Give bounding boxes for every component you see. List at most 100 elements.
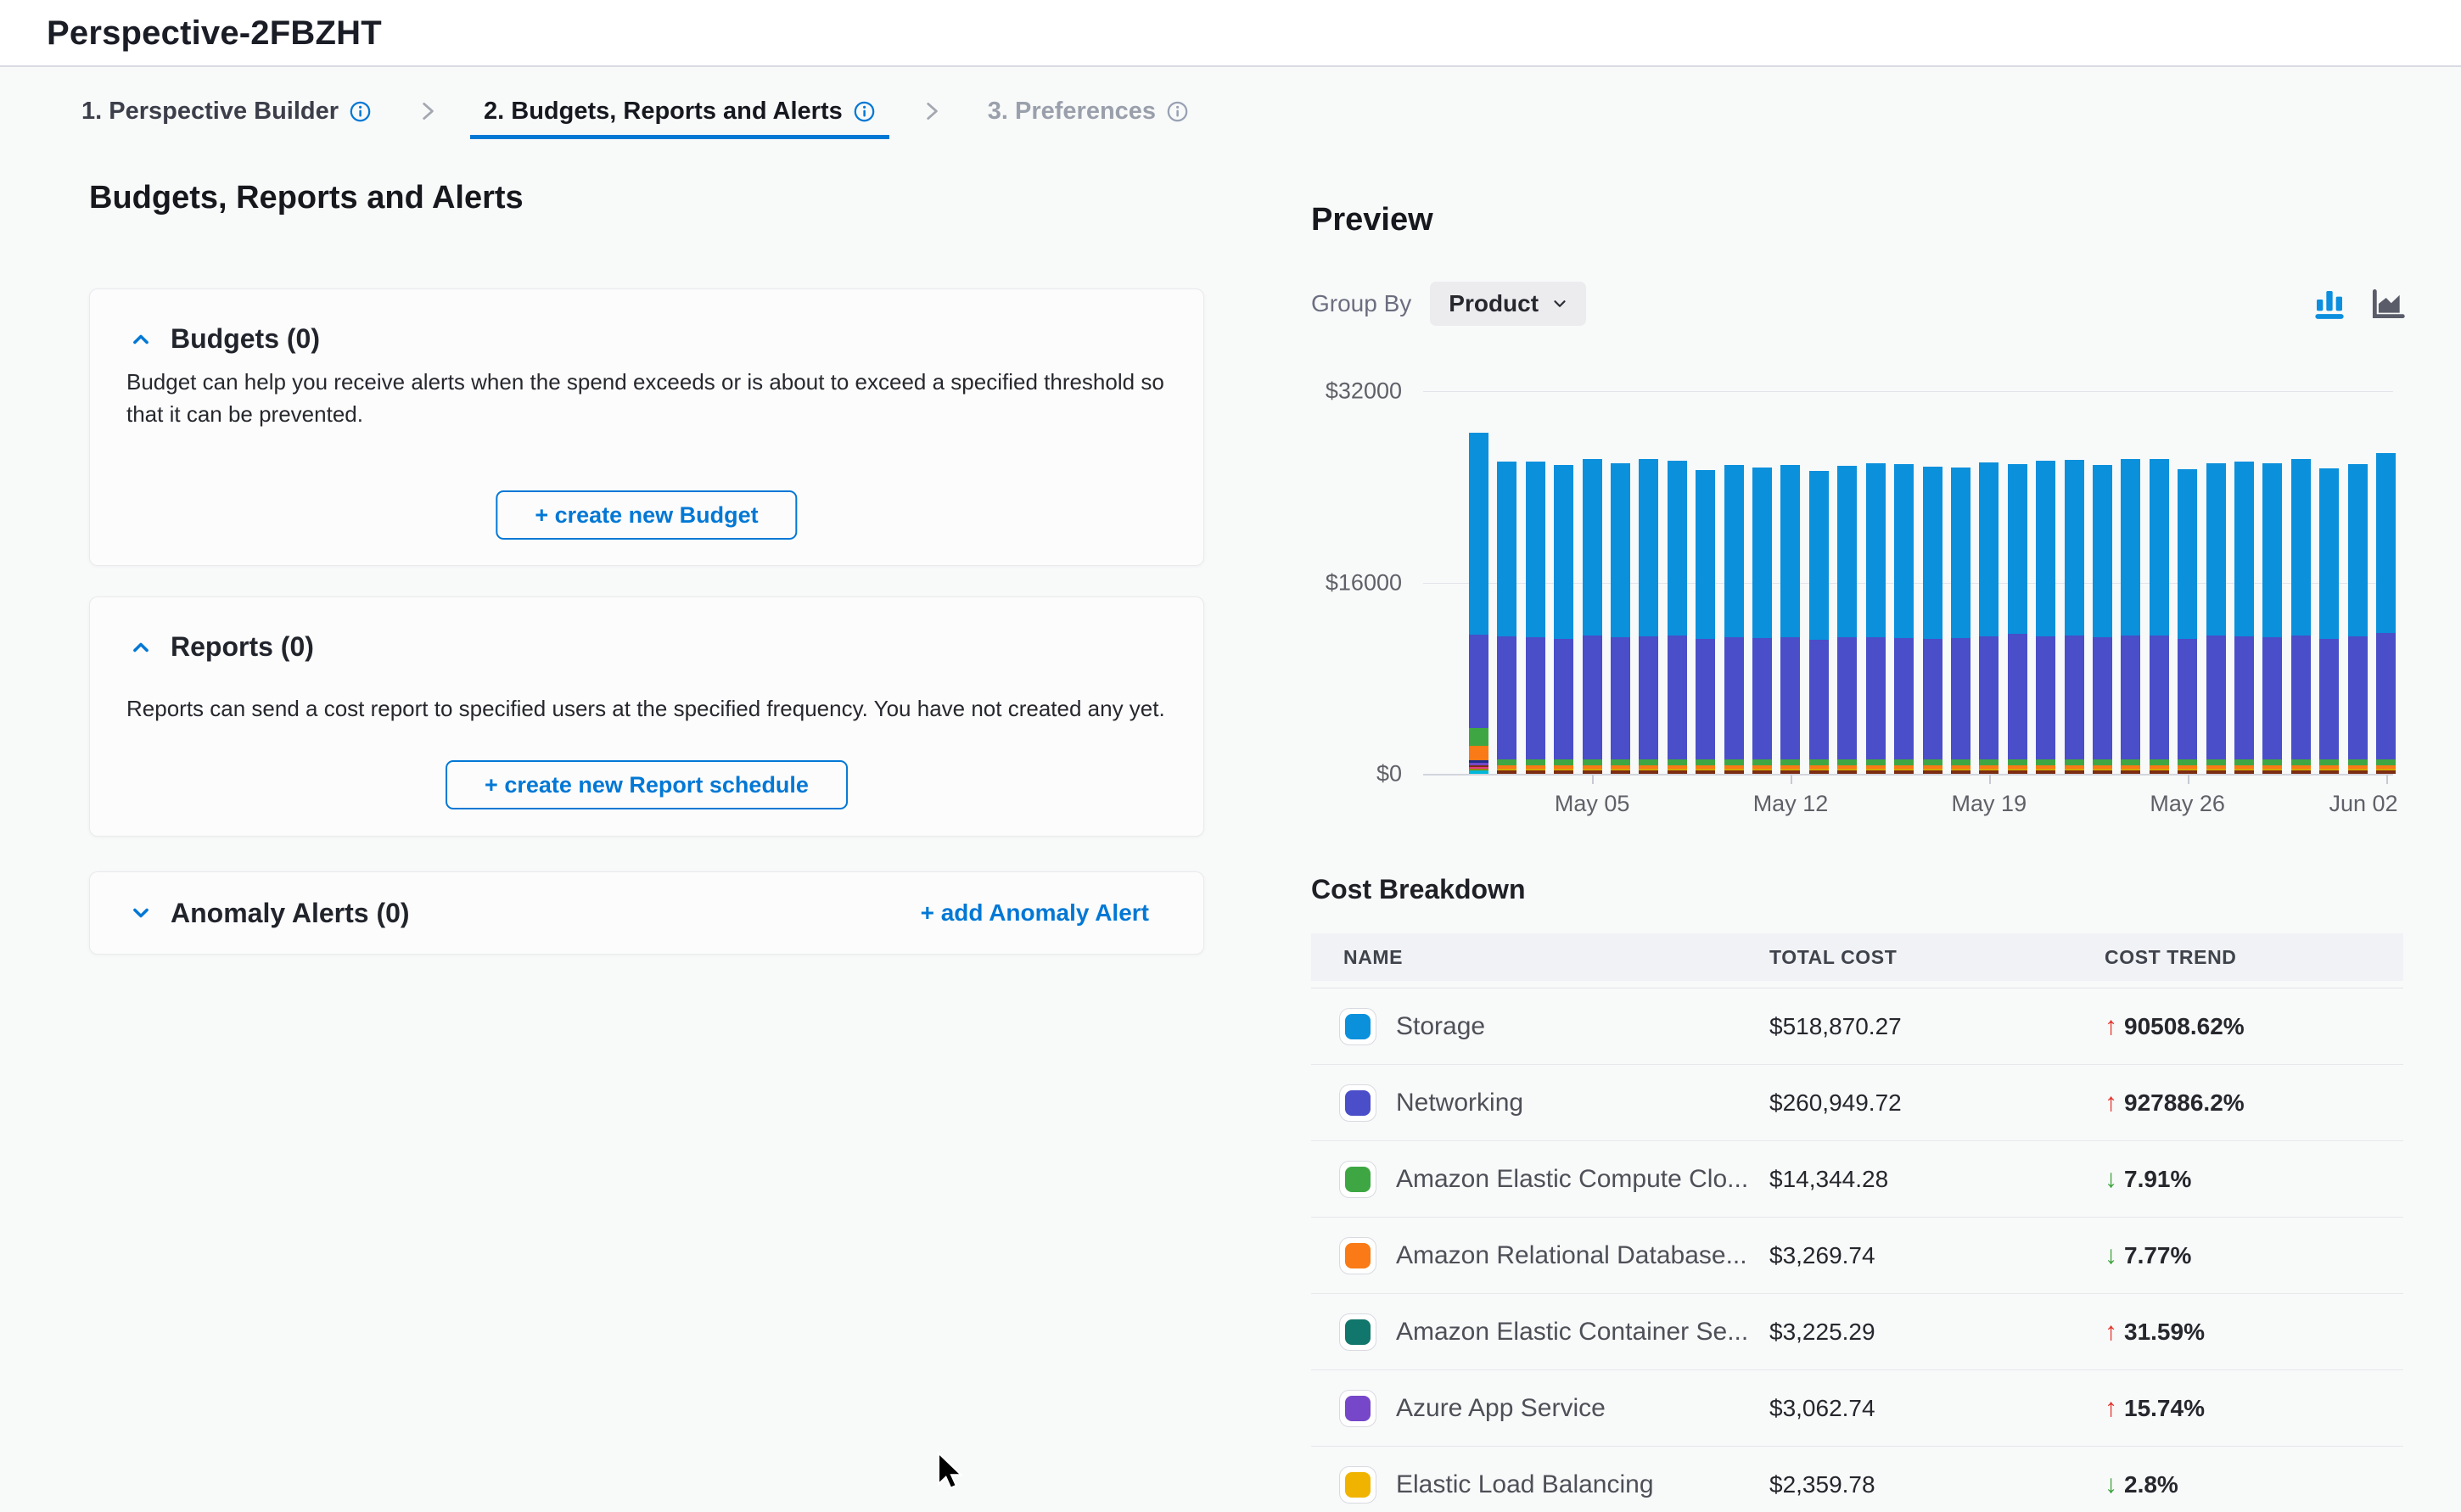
cost-trend-cell: ↑31.59% [2105, 1318, 2205, 1347]
bar-segment-indigo [2262, 637, 2282, 759]
chart-bar[interactable] [1497, 462, 1516, 774]
tab-label: 2. Budgets, Reports and Alerts [484, 98, 843, 126]
page-title: Perspective-2FBZHT [47, 14, 382, 53]
preview-title: Preview [1311, 202, 1433, 238]
chart-bar[interactable] [2348, 464, 2368, 774]
bar-segment-maroon [1668, 770, 1687, 774]
bar-segment-maroon [2234, 770, 2254, 774]
chart-bar[interactable] [1923, 467, 1942, 774]
chart-bar[interactable] [1866, 463, 1886, 774]
bar-segment-maroon [1611, 770, 1630, 774]
chart-bar[interactable] [1979, 462, 1999, 774]
chart-bar[interactable] [2065, 460, 2084, 774]
cost-trend-cell: ↓2.8% [2105, 1470, 2178, 1499]
bar-segment-blue [2291, 459, 2311, 636]
bar-segment-green [2036, 759, 2055, 765]
table-row[interactable]: Storage$518,870.27↑90508.62% [1311, 988, 2403, 1065]
chart-bar[interactable] [2178, 469, 2197, 774]
chart-bar[interactable] [2319, 468, 2339, 774]
chart-bar[interactable] [2291, 459, 2311, 774]
table-row[interactable]: Elastic Load Balancing$2,359.78↓2.8% [1311, 1447, 2403, 1512]
bar-segment-green [1951, 759, 1970, 765]
chart-bar[interactable] [1583, 459, 1602, 774]
series-swatch [1339, 1084, 1376, 1122]
x-axis-label: May 12 [1753, 791, 1829, 817]
chart-bar[interactable] [2036, 461, 2055, 774]
total-cost-cell: $3,225.29 [1769, 1319, 2105, 1346]
tab-separator [920, 99, 944, 123]
table-row[interactable]: Amazon Elastic Compute Clo...$14,344.28↓… [1311, 1141, 2403, 1218]
chevron-right-icon [920, 99, 944, 123]
chart-bar[interactable] [2262, 463, 2282, 774]
trend-value: 90508.62% [2124, 1013, 2245, 1040]
chart-bar[interactable] [1752, 468, 1772, 774]
product-name: Azure App Service [1396, 1394, 1606, 1423]
chart-bar[interactable] [2206, 463, 2226, 774]
bar-segment-indigo [2206, 636, 2226, 760]
group-by-select[interactable]: Product [1430, 282, 1586, 326]
bar-chart-icon[interactable] [2312, 287, 2346, 321]
chart-bar[interactable] [2008, 464, 2027, 774]
info-icon[interactable] [853, 100, 876, 123]
anomaly-card-header[interactable]: Anomaly Alerts (0) [130, 898, 410, 929]
chevron-up-icon[interactable] [130, 636, 152, 658]
table-row[interactable]: Amazon Relational Database...$3,269.74↓7… [1311, 1218, 2403, 1294]
chart-bar[interactable] [1554, 465, 1573, 774]
bar-segment-maroon [1554, 770, 1573, 774]
chart-bar[interactable] [1696, 470, 1715, 774]
bar-segment-maroon [1809, 770, 1829, 774]
bar-segment-maroon [2291, 770, 2311, 774]
series-swatch [1339, 1466, 1376, 1504]
create-report-schedule-button[interactable]: + create new Report schedule [446, 760, 848, 809]
table-row[interactable]: Networking$260,949.72↑927886.2% [1311, 1065, 2403, 1141]
chart-bar[interactable] [2150, 459, 2169, 774]
chart-bar[interactable] [1469, 433, 1488, 774]
product-name: Amazon Relational Database... [1396, 1241, 1747, 1270]
bar-segment-indigo [2065, 636, 2084, 759]
reports-card-header[interactable]: Reports (0) [130, 631, 314, 663]
bar-segment-indigo [1894, 638, 1914, 759]
chart-bar[interactable] [1668, 461, 1687, 774]
bar-segment-maroon [2150, 770, 2169, 774]
bar-segment-green [2206, 759, 2226, 765]
chart-bar[interactable] [1809, 471, 1829, 774]
info-icon[interactable] [1166, 100, 1189, 123]
bar-segment-indigo [1469, 635, 1488, 728]
chart-bar[interactable] [1894, 464, 1914, 774]
y-axis-label: $32000 [1232, 378, 1402, 405]
chart-bar[interactable] [1837, 466, 1857, 774]
table-row[interactable]: Amazon Elastic Container Se...$3,225.29↑… [1311, 1294, 2403, 1370]
chart-bar[interactable] [1611, 463, 1630, 774]
trend-value: 7.91% [2124, 1166, 2191, 1193]
chevron-up-icon[interactable] [130, 328, 152, 350]
bar-segment-indigo [2008, 634, 2027, 759]
chart-bar[interactable] [1639, 459, 1658, 774]
add-anomaly-alert-link[interactable]: + add Anomaly Alert [921, 899, 1149, 927]
create-budget-button[interactable]: + create new Budget [496, 490, 797, 540]
trend-down-arrow-icon: ↓ [2105, 1241, 2117, 1270]
chart-bar[interactable] [1780, 465, 1800, 774]
table-row[interactable]: Azure App Service$3,062.74↑15.74% [1311, 1370, 2403, 1447]
info-icon[interactable] [349, 100, 372, 123]
tab-perspective-builder[interactable]: 1. Perspective Builder [68, 98, 385, 126]
chart-bar[interactable] [1951, 468, 1970, 774]
bar-segment-maroon [2093, 770, 2112, 774]
budgets-card-header[interactable]: Budgets (0) [130, 323, 320, 355]
bar-segment-blue [2036, 461, 2055, 636]
bar-segment-blue [2178, 469, 2197, 638]
x-axis-tick [1989, 775, 1991, 784]
area-chart-icon[interactable] [2369, 285, 2406, 322]
chart-bar[interactable] [2234, 462, 2254, 774]
tab-budgets-reports-and-alerts[interactable]: 2. Budgets, Reports and Alerts [470, 98, 889, 126]
tab-preferences[interactable]: 3. Preferences [974, 98, 1202, 126]
bar-segment-green [2262, 759, 2282, 765]
chevron-down-icon[interactable] [130, 902, 152, 924]
name-cell: Amazon Relational Database... [1311, 1237, 1769, 1274]
chart-bar[interactable] [2376, 453, 2396, 774]
chart-bar[interactable] [1526, 462, 1545, 774]
chart-bar[interactable] [1724, 465, 1744, 774]
reports-description: Reports can send a cost report to specif… [126, 692, 1179, 725]
chart-bar[interactable] [2093, 465, 2112, 774]
chart-bar[interactable] [2121, 459, 2140, 774]
bar-segment-blue [1979, 462, 1999, 636]
